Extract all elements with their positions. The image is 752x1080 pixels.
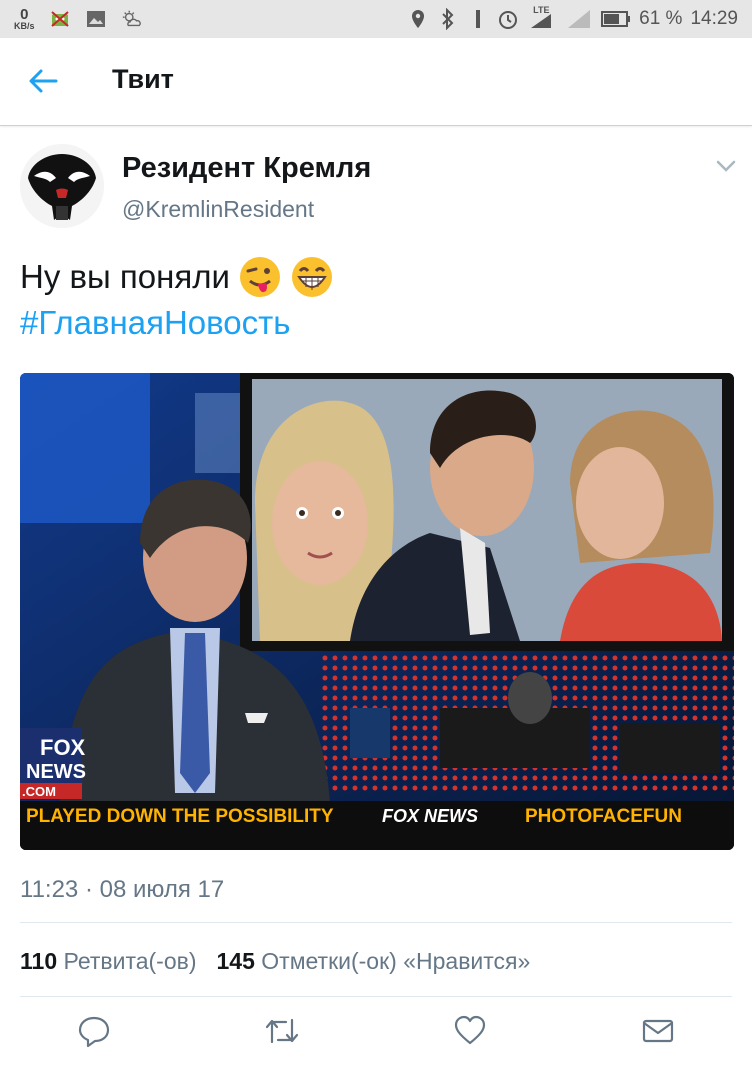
divider: [20, 996, 732, 997]
tweet-actions: [0, 1014, 752, 1058]
bluetooth-icon: [437, 8, 459, 30]
net-speed: 0 KB/s: [14, 6, 35, 31]
battery-icon: [601, 9, 631, 29]
tweet-body: Ну вы поняли: [20, 258, 230, 295]
fox-logo-top: FOX: [40, 735, 86, 760]
android-debug-icon: [49, 9, 71, 29]
author-handle[interactable]: @KremlinResident: [122, 196, 314, 223]
author-name[interactable]: Резидент Кремля: [122, 152, 371, 185]
divider: [20, 922, 732, 923]
ticker-text: PLAYED DOWN THE POSSIBILITY: [26, 806, 334, 827]
avatar[interactable]: [20, 144, 104, 228]
app-bar: Твит: [0, 38, 752, 126]
reply-icon[interactable]: [77, 1014, 111, 1048]
alarm-icon: [497, 9, 519, 29]
tweet-timestamp: 11:23 · 08 июля 17: [20, 876, 225, 903]
hashtag-link[interactable]: #ГлавнаяНовость: [20, 300, 334, 346]
likes-stat[interactable]: 145 Отметки(-ок) «Нравится»: [217, 948, 531, 975]
clock: 14:29: [690, 8, 738, 29]
retweets-stat[interactable]: 110 Ретвита(-ов): [20, 948, 197, 975]
tweet-text: Ну вы поняли #ГлавнаяНовость: [20, 254, 334, 346]
vibrate-icon: [467, 9, 489, 29]
weather-icon: [121, 9, 143, 29]
winking-tongue-emoji: [238, 255, 282, 299]
status-bar: 0 KB/s LTE 61 % 14:29: [0, 0, 752, 38]
lte-signal-icon: LTE: [527, 5, 557, 29]
ticker-credit: PHOTOFACEFUN: [525, 806, 682, 827]
like-icon[interactable]: [453, 1014, 487, 1048]
page-title: Твит: [112, 64, 174, 94]
fox-logo-com: .COM: [22, 784, 56, 799]
tweet-stats: 110 Ретвита(-ов) 145 Отметки(-ок) «Нрави…: [20, 948, 530, 975]
ticker-brand: FOX NEWS: [382, 806, 478, 826]
arrow-left-icon[interactable]: [26, 66, 60, 96]
tweet-photo[interactable]: FOX NEWS .COM PLAYED DOWN THE POSSIBILIT…: [20, 373, 734, 850]
chevron-down-icon[interactable]: [714, 156, 738, 176]
direct-message-icon[interactable]: [641, 1014, 675, 1048]
grinning-emoji: [290, 255, 334, 299]
image-icon: [85, 9, 107, 29]
signal-icon: [565, 9, 593, 29]
fox-logo-bottom: NEWS: [26, 761, 86, 783]
retweet-icon[interactable]: [264, 1014, 299, 1048]
location-icon: [407, 9, 429, 29]
battery-level: 61 %: [639, 8, 683, 29]
